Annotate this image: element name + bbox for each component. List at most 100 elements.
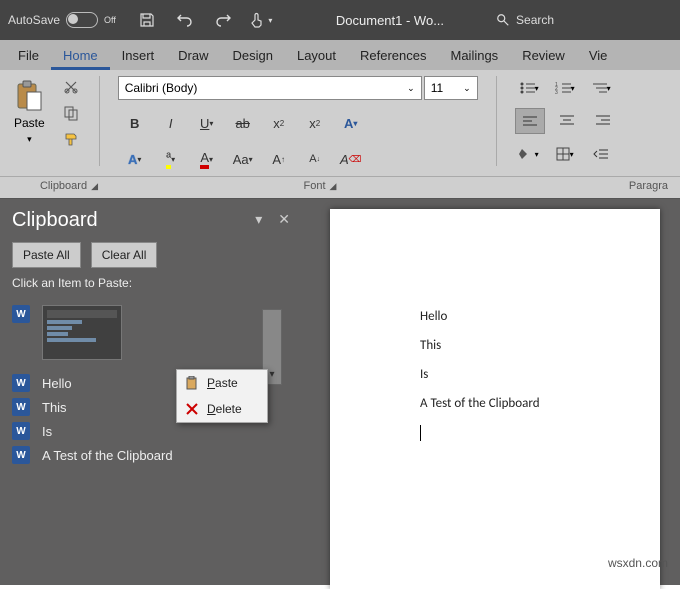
ctx-delete-suffix: elete — [216, 402, 242, 416]
word-icon: W — [12, 305, 30, 323]
text-cursor — [420, 425, 660, 445]
tab-view[interactable]: Vie — [577, 40, 620, 70]
touch-mode-icon[interactable]: ▾ — [244, 3, 278, 37]
group-font-label: Font — [304, 180, 326, 192]
clipboard-launcher-icon[interactable]: ◢ — [91, 181, 98, 192]
ribbon: Paste ▾ Calibri (Body) ⌄ — [0, 70, 680, 177]
chevron-down-icon: ▾ — [27, 134, 32, 145]
group-clipboard-label: Clipboard — [40, 180, 87, 192]
chevron-down-icon: ⌄ — [407, 83, 415, 94]
clipboard-hint: Click an Item to Paste: — [12, 276, 288, 290]
autosave-toggle[interactable]: AutoSave Off — [8, 12, 116, 28]
shading-button[interactable]: ▾ — [515, 142, 543, 166]
search-icon — [496, 13, 510, 27]
autosave-switch[interactable] — [66, 12, 98, 28]
font-color-button[interactable]: A▾ — [190, 144, 224, 174]
tab-design[interactable]: Design — [221, 40, 285, 70]
highlight-button[interactable]: ª▾ — [154, 144, 188, 174]
tab-layout[interactable]: Layout — [285, 40, 348, 70]
cut-icon[interactable] — [61, 77, 81, 97]
work-area: ▾ ✕ Clipboard Paste All Clear All Click … — [0, 199, 680, 585]
tab-review[interactable]: Review — [510, 40, 577, 70]
align-center-button[interactable] — [553, 108, 581, 132]
tab-mailings[interactable]: Mailings — [439, 40, 511, 70]
group-paragraph: ▾ 123▾ ▾ ▾ ▾ — [515, 76, 617, 174]
font-launcher-icon[interactable]: ◢ — [330, 181, 337, 192]
multilevel-list-button[interactable]: ▾ — [587, 76, 615, 100]
grow-font-button[interactable]: A↑ — [262, 144, 296, 174]
ribbon-tabs: File Home Insert Draw Design Layout Refe… — [0, 40, 680, 70]
paste-all-button[interactable]: Paste All — [12, 242, 81, 268]
superscript-button[interactable]: x2 — [298, 108, 332, 138]
shrink-font-button[interactable]: A↓ — [298, 144, 332, 174]
document-title: Document1 - Wo... — [336, 13, 444, 28]
clear-formatting-button[interactable]: A⌫ — [334, 144, 368, 174]
delete-icon — [185, 402, 199, 416]
format-painter-icon[interactable] — [61, 129, 81, 149]
text-effects-gallery-button[interactable]: A▾ — [118, 144, 152, 174]
page-canvas[interactable]: Hello This Is A Test of the Clipboard — [300, 199, 680, 585]
align-right-button[interactable] — [589, 108, 617, 132]
copy-icon[interactable] — [61, 103, 81, 123]
ctx-paste-suffix: aste — [215, 376, 238, 390]
bold-button[interactable]: B — [118, 108, 152, 138]
document-line: Hello — [420, 309, 660, 324]
group-font: Calibri (Body) ⌄ 11 ⌄ B I U ▾ ab x2 x2 A… — [118, 76, 478, 174]
ribbon-group-labels: Clipboard ◢ Font ◢ Paragra — [0, 177, 680, 199]
clipboard-item-text: This — [42, 400, 67, 415]
save-icon[interactable] — [130, 3, 164, 37]
numbering-button[interactable]: 123▾ — [551, 76, 579, 100]
clipboard-item-text: Hello — [42, 376, 72, 391]
font-size-value: 11 — [431, 81, 443, 95]
undo-icon[interactable] — [168, 3, 202, 37]
italic-button[interactable]: I — [154, 108, 188, 138]
font-size-combo[interactable]: 11 ⌄ — [424, 76, 478, 100]
clipboard-preview-thumb — [42, 305, 122, 360]
word-icon: W — [12, 374, 30, 392]
font-name-value: Calibri (Body) — [125, 81, 198, 95]
document-page[interactable]: Hello This Is A Test of the Clipboard — [330, 209, 660, 589]
word-icon: W — [12, 422, 30, 440]
tab-insert[interactable]: Insert — [110, 40, 167, 70]
search-label: Search — [516, 13, 554, 27]
subscript-button[interactable]: x2 — [262, 108, 296, 138]
tab-file[interactable]: File — [6, 40, 51, 70]
group-paragraph-label: Paragra — [629, 180, 668, 192]
font-name-combo[interactable]: Calibri (Body) ⌄ — [118, 76, 422, 100]
strike-button[interactable]: ab — [226, 108, 260, 138]
document-line: A Test of the Clipboard — [420, 396, 660, 411]
tab-draw[interactable]: Draw — [166, 40, 220, 70]
autosave-state: Off — [104, 15, 116, 25]
autosave-label: AutoSave — [8, 13, 60, 27]
context-paste[interactable]: Paste — [177, 370, 267, 396]
document-line: This — [420, 338, 660, 353]
context-delete[interactable]: Delete — [177, 396, 267, 422]
clear-all-button[interactable]: Clear All — [91, 242, 158, 268]
clipboard-pane: ▾ ✕ Clipboard Paste All Clear All Click … — [0, 199, 300, 585]
align-left-button[interactable] — [515, 108, 545, 134]
paste-icon — [185, 376, 199, 390]
clipboard-item-text: A Test of the Clipboard — [42, 448, 173, 463]
document-line: Is — [420, 367, 660, 382]
tab-references[interactable]: References — [348, 40, 438, 70]
clipboard-item-text: Is — [42, 424, 52, 439]
clipboard-item[interactable]: W A Test of the Clipboard — [12, 443, 288, 467]
bullets-button[interactable]: ▾ — [515, 76, 543, 100]
clipboard-item[interactable]: W — [12, 302, 288, 363]
change-case-button[interactable]: Aa▾ — [226, 144, 260, 174]
chevron-down-icon: ⌄ — [463, 83, 471, 94]
pane-close-icon[interactable]: ✕ — [278, 211, 290, 228]
borders-button[interactable]: ▾ — [551, 142, 579, 166]
redo-icon[interactable] — [206, 3, 240, 37]
paste-label: Paste — [14, 116, 45, 130]
word-icon: W — [12, 398, 30, 416]
paste-button[interactable]: Paste ▾ — [8, 76, 51, 149]
context-menu: Paste Delete — [176, 369, 268, 423]
title-bar: AutoSave Off ▾ Document1 - Wo... Search — [0, 0, 680, 40]
text-effects-button[interactable]: A▾ — [334, 108, 368, 138]
pane-options-icon[interactable]: ▾ — [255, 211, 262, 228]
decrease-indent-button[interactable] — [587, 142, 615, 166]
underline-button[interactable]: U ▾ — [190, 108, 224, 138]
tab-home[interactable]: Home — [51, 40, 110, 70]
search-box[interactable]: Search — [488, 9, 562, 31]
